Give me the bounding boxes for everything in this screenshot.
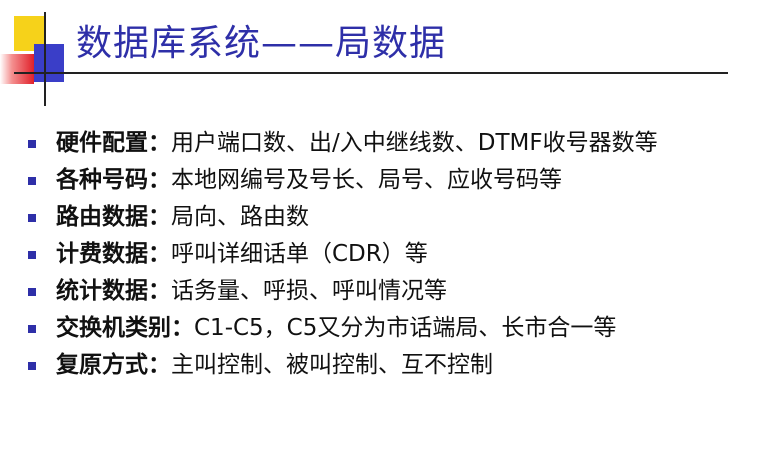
bullet-term: 复原方式： [56,352,171,378]
decor-vertical-line [44,12,46,106]
bullet-term: 统计数据： [56,278,171,304]
bullet-text: 用户端口数、出/入中继线数、DTMF收号器数等 [171,130,658,156]
bullet-term: 计费数据： [56,241,171,267]
bullet-item: 各种号码：本地网编号及号长、局号、应收号码等 [22,165,742,195]
bullet-item: 交换机类别：C1-C5，C5又分为市话端局、长市合一等 [22,313,742,343]
bullet-term: 交换机类别： [56,315,194,341]
bullet-item: 统计数据：话务量、呼损、呼叫情况等 [22,276,742,306]
bullet-text: 局向、路由数 [171,204,309,230]
decor-horizontal-line [14,72,728,74]
bullet-text: 话务量、呼损、呼叫情况等 [171,278,447,304]
bullet-square-icon [28,140,36,148]
bullet-item: 硬件配置：用户端口数、出/入中继线数、DTMF收号器数等 [22,128,742,158]
bullet-text: 呼叫详细话单（CDR）等 [171,241,428,267]
bullet-text: 本地网编号及号长、局号、应收号码等 [171,167,562,193]
bullet-square-icon [28,251,36,259]
bullet-square-icon [28,288,36,296]
bullet-term: 路由数据： [56,204,171,230]
bullet-list: 硬件配置：用户端口数、出/入中继线数、DTMF收号器数等 各种号码：本地网编号及… [22,128,742,387]
bullet-square-icon [28,362,36,370]
bullet-text: 主叫控制、被叫控制、互不控制 [171,352,493,378]
bullet-square-icon [28,325,36,333]
decor-blue-square [34,44,64,82]
bullet-text: C1-C5，C5又分为市话端局、长市合一等 [194,315,617,341]
bullet-item: 路由数据：局向、路由数 [22,202,742,232]
bullet-square-icon [28,177,36,185]
bullet-square-icon [28,214,36,222]
slide-title: 数据库系统——局数据 [76,23,447,64]
bullet-term: 各种号码： [56,167,171,193]
bullet-item: 复原方式：主叫控制、被叫控制、互不控制 [22,350,742,380]
decor-red-gradient [0,54,34,84]
bullet-term: 硬件配置： [56,130,171,156]
bullet-item: 计费数据：呼叫详细话单（CDR）等 [22,239,742,269]
